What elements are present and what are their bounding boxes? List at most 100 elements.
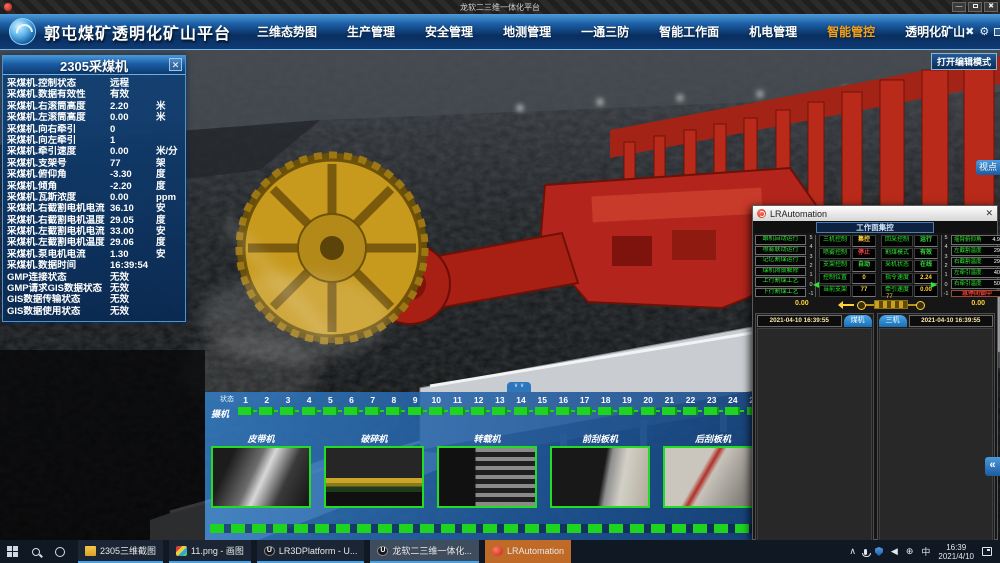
taskbar-task[interactable]: U LR3DPlatform - U... [257, 540, 365, 563]
mode-led-button[interactable]: 记忆割煤运行 [755, 256, 806, 266]
channel-cell: 8 [383, 394, 404, 415]
status-value: 集控 [852, 235, 876, 247]
channel-status-indicator [641, 407, 656, 415]
status-label: 喷雾控制 [819, 248, 851, 260]
telemetry-value: 33.00 [110, 226, 156, 237]
panel-close-icon[interactable]: ✕ [169, 58, 182, 71]
mode-led-button[interactable]: 下行割煤工艺 [755, 288, 806, 298]
estop-indicator[interactable]: 急停闭锁中 [951, 290, 1000, 297]
slider-handle[interactable] [874, 300, 908, 309]
close-button[interactable]: ✖ [984, 2, 998, 12]
telemetry-value: 无效 [110, 272, 156, 283]
notification-center-icon[interactable] [982, 547, 992, 556]
channel-number: 3 [277, 394, 298, 406]
three-machine-console: 三机 2021-04-10 16:39:55 顺启 总停 [877, 313, 996, 563]
shearer-telemetry-panel: 2305采煤机 ✕ 采煤机.控制状态 远程 采煤机.数据有效性 有效 采煤机.右… [2, 55, 186, 322]
viewpoint-tab[interactable]: 视点 [976, 160, 1000, 175]
shearer-position-slider: 0.00 77 0.00 [753, 297, 997, 311]
open-edit-mode-button[interactable]: 打开编辑模式 [931, 53, 997, 70]
console-tab[interactable]: 煤机 [844, 315, 872, 327]
status-label: 回采控制 [881, 235, 913, 247]
channel-status-indicator [514, 407, 529, 415]
scale-tick: 2 [807, 263, 815, 269]
menu-item[interactable]: 一通三防 [581, 23, 629, 40]
taskbar-clock[interactable]: 16:39 2021/4/10 [938, 543, 974, 561]
telemetry-value: 1 [110, 135, 156, 146]
collapse-left-icon[interactable]: « [985, 457, 1000, 476]
lr-titlebar[interactable]: LRAutomation ✕ [753, 206, 997, 221]
taskbar-task[interactable]: 2305三维截图 [78, 540, 163, 563]
minimize-button[interactable]: — [952, 2, 966, 12]
tray-chevron-up-icon[interactable]: ∧ [849, 546, 856, 557]
task-app-icon [492, 546, 503, 556]
channel-status-indicator [450, 407, 465, 415]
sensor-led[interactable]: 右截割温度 29 [951, 257, 1000, 267]
lr-window-title: LRAutomation [770, 209, 827, 219]
mode-led-button[interactable]: 跟机自动运行 [755, 235, 806, 245]
cortana-button[interactable] [48, 540, 72, 563]
channel-indicators: 1 2 3 4 5 [235, 394, 765, 415]
mode-led-button[interactable]: 喷雾联动运行 [755, 246, 806, 256]
sensor-led[interactable]: 左牵引温度 40 [951, 268, 1000, 278]
start-button[interactable] [0, 540, 24, 563]
menu-item[interactable]: 机电管理 [749, 23, 797, 40]
status-row: 控制位置 0 [819, 273, 876, 285]
search-button[interactable] [24, 540, 48, 563]
menu-item[interactable]: 智能管控 [827, 23, 875, 40]
right-speed-scale: 543210-1 [941, 235, 950, 297]
maximize-button[interactable] [968, 2, 982, 12]
sensor-led[interactable]: 左截割温度 29 [951, 246, 1000, 256]
status-label: 三机控制 [819, 235, 851, 247]
workface-control-tab[interactable]: 工作面集控 [816, 222, 934, 233]
menu-item[interactable]: 安全管理 [425, 23, 473, 40]
tools-icon[interactable]: ✖ [965, 25, 974, 38]
window-title: 龙软二三维一体化平台 [0, 2, 1000, 13]
menu-item[interactable]: 智能工作面 [659, 23, 719, 40]
taskbar-task[interactable]: LRAutomation [485, 540, 571, 563]
status-grid: 三机控制 集控 喷雾控制 停止 支架控制 自动 [817, 235, 878, 297]
camera-thumb-crusher[interactable] [324, 446, 424, 508]
channel-cell: 7 [362, 394, 383, 415]
console-timestamp: 2021-04-10 16:39:55 [909, 315, 994, 327]
status-label: 控制位置 [819, 273, 851, 285]
camera-thumb-front-scraper[interactable] [550, 446, 650, 508]
os-titlebar: 龙软二三维一体化平台 — ✖ [0, 0, 1000, 14]
menu-item[interactable]: 透明化矿山 [905, 23, 965, 40]
sensor-led[interactable]: 右牵引温度 50 [951, 279, 1000, 289]
telemetry-unit: 米 [156, 101, 181, 112]
menu-item[interactable]: 三维态势图 [257, 23, 317, 40]
camera-thumb-belt[interactable] [211, 446, 311, 508]
speaker-icon[interactable]: ◀ [891, 546, 898, 557]
channel-cell: 21 [659, 394, 680, 415]
strip-collapse-icon[interactable]: ∨ ∨ [507, 382, 531, 392]
mode-led-button[interactable]: 煤机闭锁解除 [755, 267, 806, 277]
app-window: 龙软二三维一体化平台 — ✖ 郭屯煤矿透明化矿山平台 三维态势图 生产管理 安全… [0, 0, 1000, 563]
console-tab[interactable]: 三机 [879, 315, 907, 327]
camera-group-label: 破碎机 [324, 432, 424, 445]
ime-indicator[interactable]: 中 [921, 545, 930, 558]
taskbar-task[interactable]: 11.png - 画图 [169, 540, 251, 563]
mode-led-button[interactable]: 上行割煤工艺 [755, 277, 806, 287]
network-globe-icon[interactable]: ⊕ [906, 546, 914, 557]
status-row: 割煤模式 有效 [881, 248, 938, 260]
gear-icon[interactable]: ⚙ [979, 25, 989, 38]
sensor-led[interactable]: 摇臂俯仰角 4.9 [951, 235, 1000, 245]
telemetry-row: 采煤机.数据有效性 有效 [7, 89, 181, 100]
layout-icon[interactable] [994, 28, 1000, 36]
telemetry-value: 无效 [110, 306, 156, 317]
camera-thumb-rear-scraper[interactable] [663, 446, 763, 508]
telemetry-value: 远程 [110, 78, 156, 89]
lrautomation-window: LRAutomation ✕ 工作面集控 跟机自动运行喷雾联动运行记忆割煤运行煤… [752, 205, 998, 540]
microphone-icon[interactable] [864, 549, 867, 555]
taskbar-task[interactable]: U 龙软二三维一体化... [370, 540, 479, 563]
menu-item[interactable]: 生产管理 [347, 23, 395, 40]
channel-status-indicator [471, 407, 486, 415]
telemetry-unit: 度 [156, 237, 181, 248]
channel-number: 5 [320, 394, 341, 406]
telemetry-label: 采煤机.数据时间 [7, 260, 110, 271]
menu-item[interactable]: 地测管理 [503, 23, 551, 40]
lr-close-icon[interactable]: ✕ [985, 208, 993, 219]
security-shield-icon[interactable] [875, 547, 883, 556]
channel-number: 20 [638, 394, 659, 406]
camera-thumb-loader[interactable] [437, 446, 537, 508]
